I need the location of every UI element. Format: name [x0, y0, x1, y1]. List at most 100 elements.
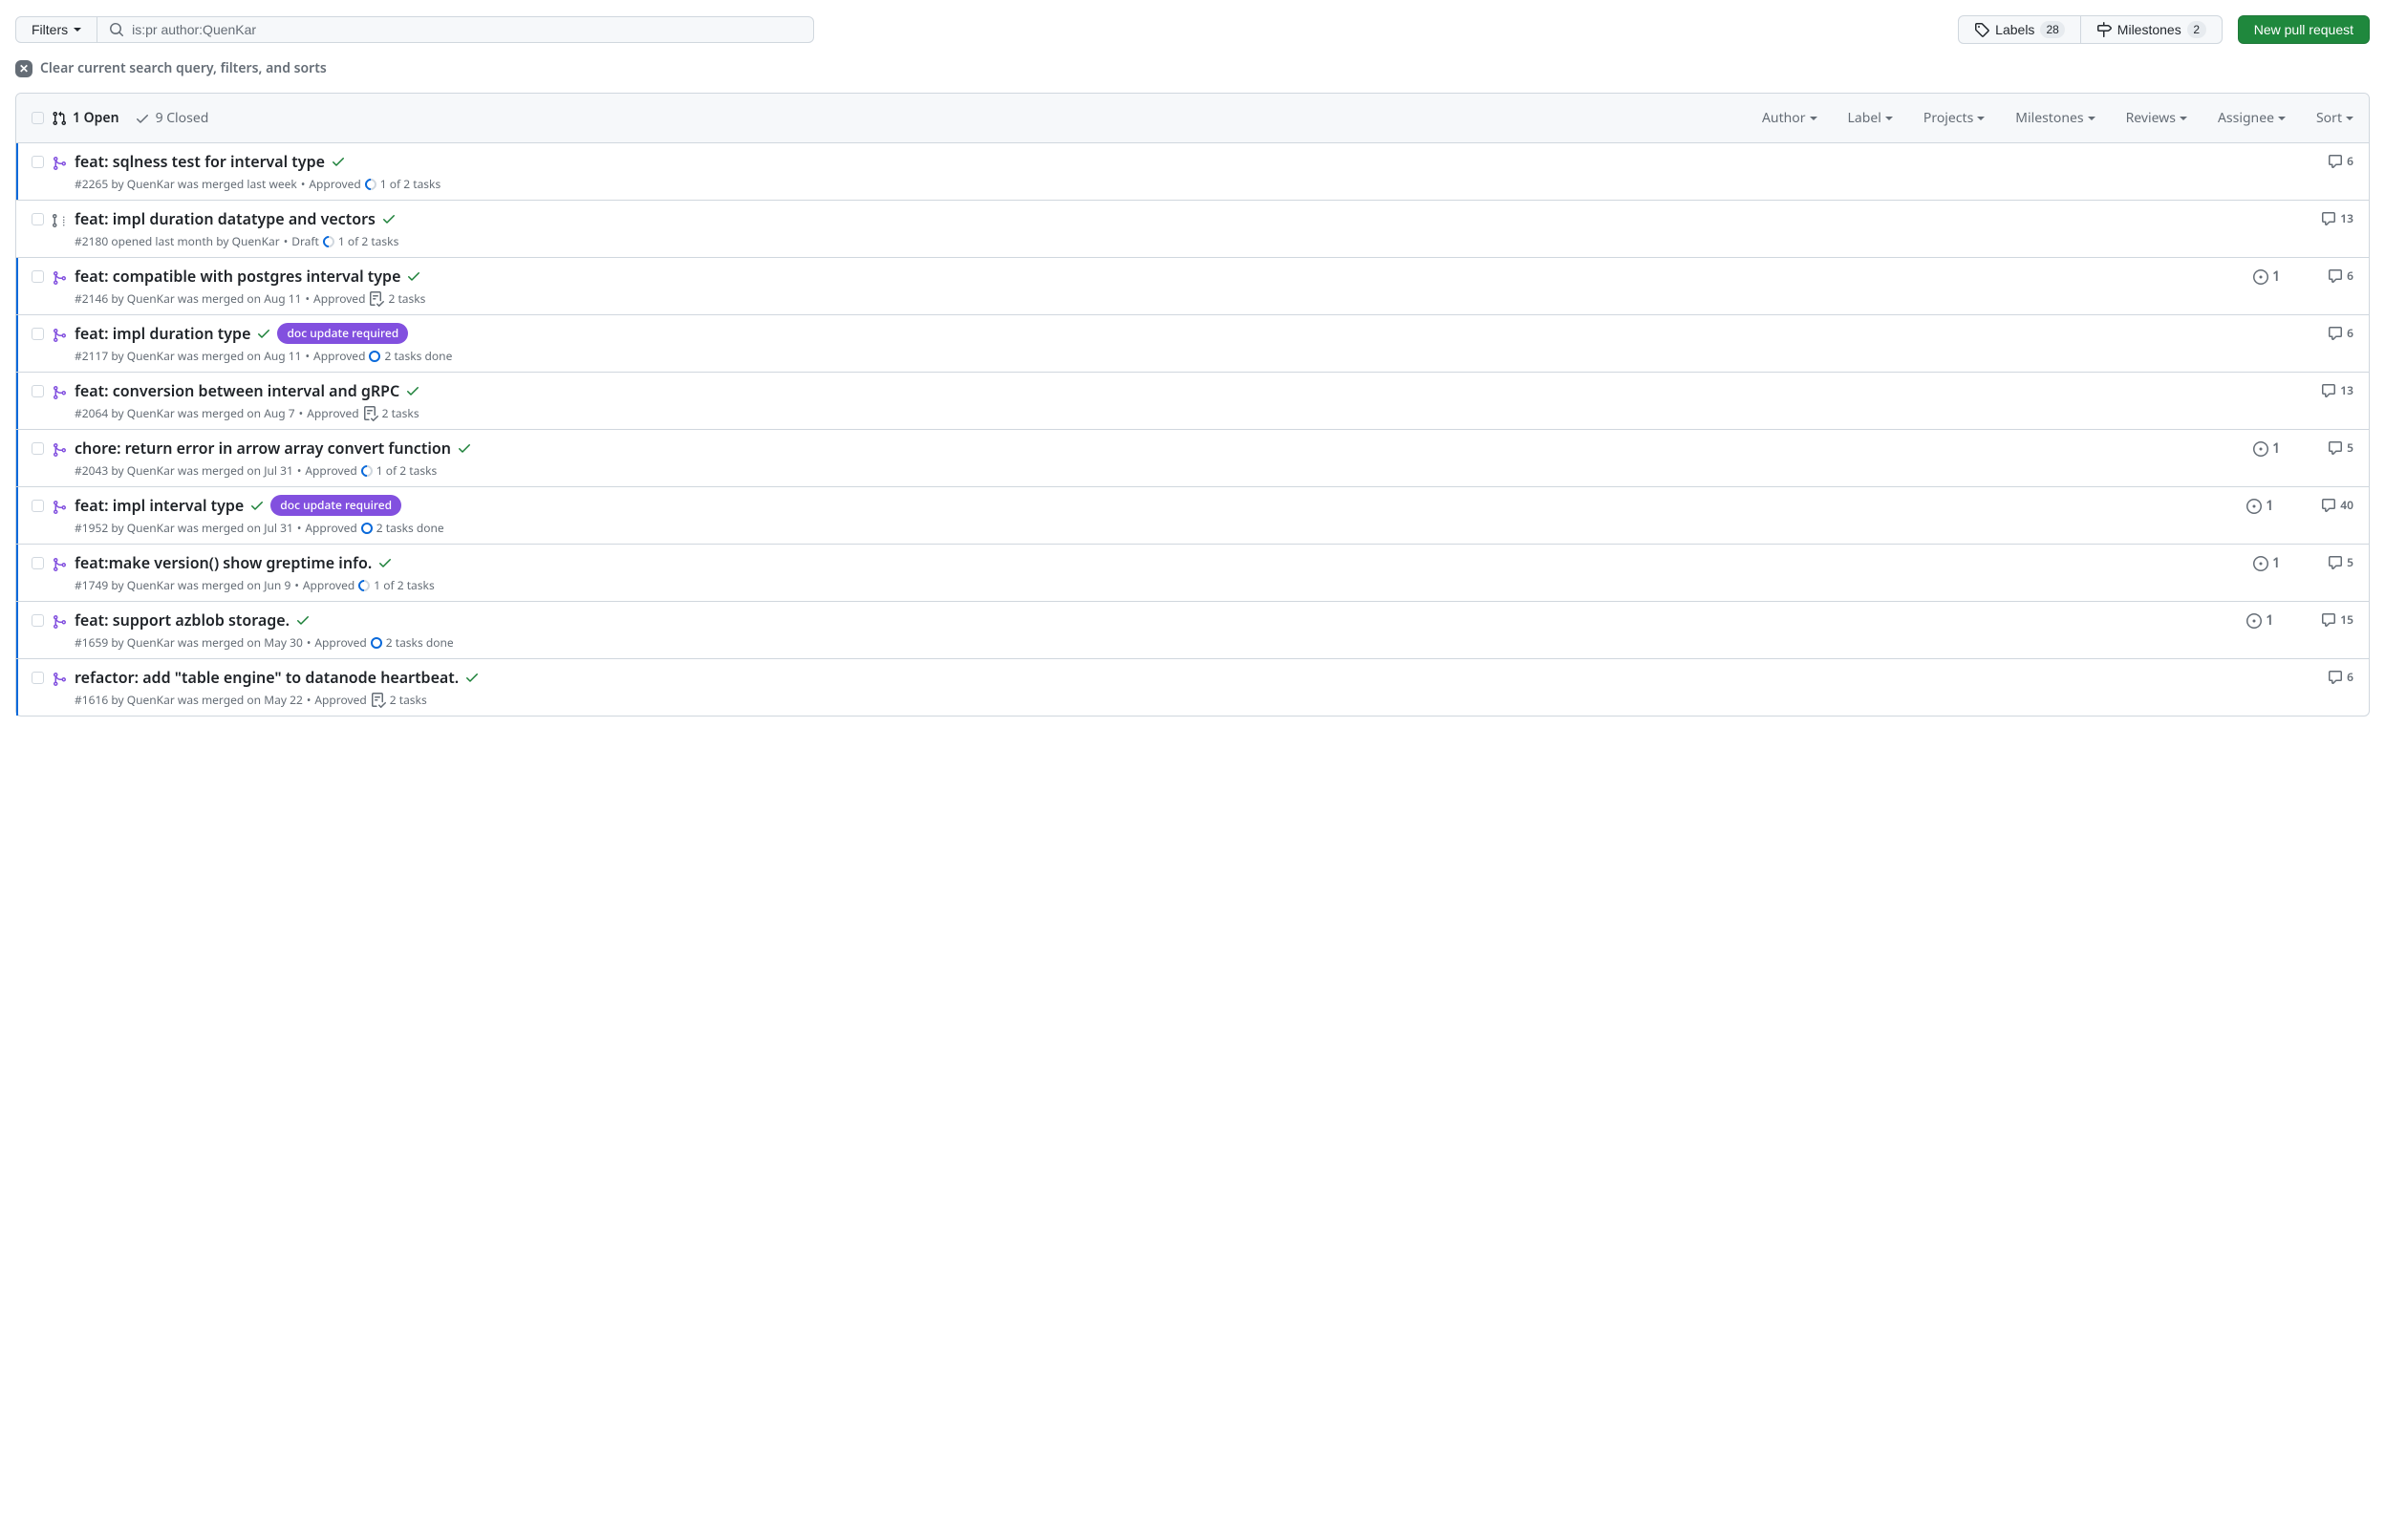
filters-button[interactable]: Filters [15, 16, 97, 43]
pr-title-link[interactable]: chore: return error in arrow array conve… [75, 438, 451, 459]
row-meta: #2043 by QuenKar was merged on Jul 31 • … [75, 462, 2124, 479]
filter-milestones[interactable]: Milestones [2015, 109, 2095, 127]
row-checkbox[interactable] [32, 328, 44, 340]
pr-title-link[interactable]: feat: compatible with postgres interval … [75, 266, 400, 287]
pr-title-link[interactable]: feat: impl duration type [75, 323, 250, 344]
row-meta: #1659 by QuenKar was merged on May 30 • … [75, 634, 2124, 651]
filter-sort[interactable]: Sort [2316, 109, 2353, 127]
filters-label: Filters [32, 22, 68, 37]
status-check-icon[interactable] [405, 383, 420, 398]
pr-row: refactor: add "table engine" to datanode… [16, 658, 2369, 716]
row-main: feat: support azblob storage. #1659 by Q… [75, 610, 2124, 651]
row-checkbox[interactable] [32, 270, 44, 283]
caret-down-icon [2088, 117, 2095, 120]
meta-text: #2265 by QuenKar was merged last week [75, 176, 297, 192]
filter-label[interactable]: Label [1848, 109, 1893, 127]
comments-link[interactable]: 6 [2328, 153, 2353, 169]
comments-link[interactable]: 6 [2328, 267, 2353, 284]
status-check-icon[interactable] [249, 498, 265, 513]
caret-down-icon [2278, 117, 2286, 120]
git-merge-icon [52, 610, 67, 651]
row-checkbox[interactable] [32, 614, 44, 627]
linked-issues[interactable]: 1 [2246, 497, 2275, 515]
labels-button[interactable]: Labels 28 [1958, 15, 2081, 44]
filters-search-group: Filters [15, 16, 814, 43]
filter-assignee[interactable]: Assignee [2218, 109, 2286, 127]
new-pull-request-button[interactable]: New pull request [2238, 15, 2370, 44]
row-checkbox[interactable] [32, 385, 44, 397]
closed-tab[interactable]: 9 Closed [135, 109, 209, 127]
label-pill[interactable]: doc update required [277, 323, 408, 344]
row-title-line: feat: support azblob storage. [75, 610, 2124, 631]
status-check-icon[interactable] [406, 268, 421, 284]
row-title-line: feat: impl interval type doc update requ… [75, 495, 2124, 516]
row-title-line: chore: return error in arrow array conve… [75, 438, 2124, 459]
status-check-icon[interactable] [256, 326, 271, 341]
row-checkbox[interactable] [32, 500, 44, 512]
status-check-icon[interactable] [295, 612, 311, 628]
select-all-checkbox[interactable] [32, 112, 44, 124]
row-meta: #2117 by QuenKar was merged on Aug 11 • … [75, 348, 2124, 364]
filter-author[interactable]: Author [1762, 109, 1817, 127]
issue-opened-icon [2246, 499, 2262, 514]
clear-search-text: Clear current search query, filters, and… [40, 59, 327, 77]
pr-title-link[interactable]: feat: sqlness test for interval type [75, 151, 325, 172]
pr-title-link[interactable]: feat:make version() show greptime info. [75, 552, 372, 573]
comment-icon [2328, 555, 2343, 570]
comments-count: 6 [2347, 669, 2353, 685]
linked-issues[interactable]: 1 [2253, 554, 2282, 572]
row-checkbox[interactable] [32, 156, 44, 168]
status-check-icon[interactable] [381, 211, 397, 226]
row-checkbox[interactable] [32, 672, 44, 684]
tasks-text: 2 tasks [388, 290, 425, 307]
git-merge-icon [52, 495, 67, 536]
status-check-icon[interactable] [377, 555, 393, 570]
status-check-icon[interactable] [331, 154, 346, 169]
comments-link[interactable]: 6 [2328, 669, 2353, 685]
comments-count: 13 [2340, 210, 2353, 226]
comment-icon [2321, 383, 2336, 398]
linked-issues[interactable]: 1 [2246, 611, 2275, 630]
tasks-text: 2 tasks done [376, 520, 444, 536]
comments-link[interactable]: 13 [2321, 210, 2353, 226]
search-input-wrap[interactable] [97, 16, 814, 43]
label-pill[interactable]: doc update required [270, 495, 401, 516]
comments-link[interactable]: 15 [2321, 611, 2353, 628]
unread-indicator [16, 659, 18, 716]
approved-text: Approved [307, 405, 358, 421]
tasks-text: 1 of 2 tasks [380, 176, 440, 192]
pr-title-link[interactable]: feat: impl duration datatype and vectors [75, 208, 376, 229]
linked-issues[interactable]: 1 [2253, 439, 2282, 458]
comments-link[interactable]: 5 [2328, 439, 2353, 456]
status-check-icon[interactable] [464, 670, 480, 685]
meta-text: #2146 by QuenKar was merged on Aug 11 [75, 290, 302, 307]
caret-down-icon [1885, 117, 1893, 120]
linked-issues[interactable]: 1 [2253, 267, 2282, 286]
milestones-button[interactable]: Milestones 2 [2081, 15, 2223, 44]
filter-reviews[interactable]: Reviews [2126, 109, 2187, 127]
open-tab[interactable]: 1 Open [52, 109, 119, 127]
pr-title-link[interactable]: feat: conversion between interval and gR… [75, 380, 399, 401]
git-merge-icon [52, 380, 67, 421]
status-check-icon[interactable] [457, 440, 472, 456]
pr-title-link[interactable]: feat: impl interval type [75, 495, 244, 516]
labels-text: Labels [1995, 22, 2034, 37]
comments-link[interactable]: 13 [2321, 382, 2353, 398]
row-checkbox[interactable] [32, 442, 44, 455]
filter-projects[interactable]: Projects [1923, 109, 1985, 127]
labels-count: 28 [2040, 21, 2064, 38]
row-title-line: feat: impl duration type doc update requ… [75, 323, 2124, 344]
comments-link[interactable]: 40 [2321, 497, 2353, 513]
pr-row: feat: compatible with postgres interval … [16, 257, 2369, 314]
row-checkbox[interactable] [32, 557, 44, 569]
pr-title-link[interactable]: feat: support azblob storage. [75, 610, 290, 631]
row-title-line: feat: sqlness test for interval type [75, 151, 2124, 172]
pr-title-link[interactable]: refactor: add "table engine" to datanode… [75, 667, 459, 688]
check-icon [135, 111, 150, 126]
comments-link[interactable]: 6 [2328, 325, 2353, 341]
clear-search-link[interactable]: ✕ Clear current search query, filters, a… [15, 59, 2370, 77]
search-input[interactable] [132, 22, 802, 37]
comments-link[interactable]: 5 [2328, 554, 2353, 570]
row-checkbox[interactable] [32, 213, 44, 225]
row-side: 6 [2124, 667, 2353, 708]
